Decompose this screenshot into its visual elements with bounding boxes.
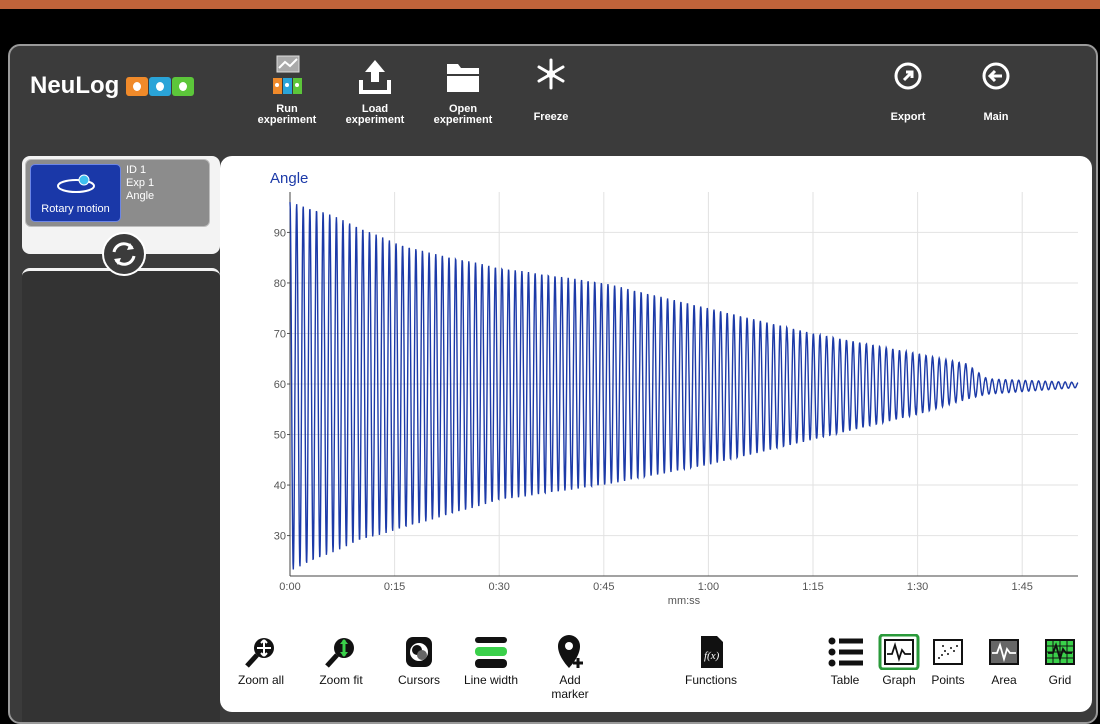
line-width-button[interactable]: Line width	[456, 634, 526, 687]
y-tick-label: 70	[274, 328, 286, 340]
graph-view-icon	[878, 634, 920, 670]
cursors-button[interactable]: Cursors	[392, 634, 446, 687]
marker-pin-icon	[558, 635, 583, 668]
sensor-id: ID 1	[126, 164, 147, 176]
swap-button[interactable]	[102, 232, 146, 276]
y-tick-label: 90	[274, 227, 286, 239]
x-tick-label: 1:15	[802, 581, 823, 593]
logo-text: NeuLog	[30, 72, 120, 99]
points-button[interactable]: Points	[926, 634, 970, 687]
upload-icon	[359, 60, 391, 94]
sensor-exp: Exp 1	[126, 177, 155, 189]
neulog-logo: NeuLog	[30, 72, 195, 100]
app-window: NeuLog Run experiment Load experiment Op…	[8, 44, 1098, 724]
zoom-all-label: Zoom all	[237, 673, 284, 687]
add-marker-label: Add marker	[551, 673, 589, 701]
x-tick-label: 1:45	[1012, 581, 1033, 593]
sensor-info: ID 1 Exp 1 Angle	[126, 164, 154, 203]
sensor-measure: Angle	[126, 190, 155, 202]
graph-label: Graph	[882, 673, 916, 687]
export-label: Export	[890, 111, 926, 123]
y-tick-label: 50	[274, 430, 286, 442]
zoom-fit-icon	[325, 638, 354, 668]
area-label: Area	[991, 673, 1017, 687]
points-view-icon	[933, 639, 963, 665]
points-label: Points	[931, 673, 965, 687]
logo-block-green	[172, 76, 195, 96]
x-tick-label: 0:15	[384, 581, 405, 593]
cursors-label: Cursors	[397, 673, 440, 687]
y-tick-label: 80	[274, 278, 286, 290]
functions-button[interactable]: f(x) Functions	[676, 634, 746, 687]
angle-series-line	[289, 202, 1079, 570]
x-axis-label: mm:ss	[668, 595, 701, 607]
x-tick-label: 1:30	[907, 581, 928, 593]
export-icon	[894, 62, 922, 90]
logo-block-blue	[149, 76, 172, 96]
grid-button[interactable]: Grid	[1038, 634, 1082, 687]
run-experiment-icon	[273, 55, 302, 94]
line-width-icon	[475, 637, 507, 668]
sensor-panel: Rotary motion ID 1 Exp 1 Angle	[22, 156, 220, 276]
sensor-module[interactable]: Rotary motion ID 1 Exp 1 Angle	[25, 159, 210, 227]
y-tick-label: 40	[274, 480, 286, 492]
x-tick-label: 1:00	[698, 581, 719, 593]
freeze-label: Freeze	[533, 111, 569, 123]
export-button[interactable]: Export	[868, 54, 948, 123]
open-experiment-button[interactable]: Open experiment	[423, 54, 503, 126]
area-button[interactable]: Area	[982, 634, 1026, 687]
zoom-fit-label: Zoom fit	[319, 673, 363, 687]
run-experiment-label: Run experiment	[257, 103, 317, 126]
main-label: Main	[983, 111, 1009, 123]
table-label: Table	[830, 673, 860, 687]
angle-chart[interactable]: 30 40 50 60 70 80 90 0:00 0:15 0:30 0:45 1:00 1:15 1:…	[220, 156, 1092, 626]
list-icon	[828, 637, 863, 667]
open-experiment-label: Open experiment	[433, 103, 493, 126]
swap-arrows-icon	[112, 242, 136, 266]
x-tick-label: 0:00	[279, 581, 300, 593]
cursors-icon	[406, 637, 432, 667]
graph-area: Angle 30 40 50 60 70 80 90 0:00 0:15 0:30 0:45 1:00…	[220, 156, 1092, 712]
svg-text:f(x): f(x)	[704, 650, 720, 662]
sensor-name: Rotary motion	[41, 203, 110, 215]
grid-view-icon	[1045, 639, 1075, 665]
grid-label: Grid	[1048, 673, 1072, 687]
snowflake-icon	[537, 58, 565, 90]
line-width-label: Line width	[463, 673, 519, 687]
function-file-icon: f(x)	[701, 636, 723, 668]
zoom-all-icon	[245, 638, 274, 668]
logo-block-orange	[126, 76, 149, 96]
sensor-list-area	[22, 268, 220, 722]
folder-icon	[447, 64, 479, 92]
load-experiment-label: Load experiment	[345, 103, 405, 126]
x-tick-label: 0:30	[488, 581, 509, 593]
back-arrow-icon	[982, 62, 1010, 90]
zoom-fit-button[interactable]: Zoom fit	[314, 634, 368, 687]
add-marker-button[interactable]: Add marker	[542, 634, 598, 701]
x-tick-label: 0:45	[593, 581, 614, 593]
table-button[interactable]: Table	[820, 634, 870, 687]
area-view-icon	[989, 639, 1019, 665]
functions-label: Functions	[684, 673, 738, 687]
load-experiment-button[interactable]: Load experiment	[335, 54, 415, 126]
rotary-motion-icon	[56, 174, 95, 193]
top-color-strip	[0, 0, 1100, 9]
graph-button[interactable]: Graph	[874, 634, 924, 687]
freeze-button[interactable]: Freeze	[511, 54, 591, 123]
y-tick-label: 30	[274, 531, 286, 543]
main-button[interactable]: Main	[956, 54, 1036, 123]
run-experiment-button[interactable]: Run experiment	[247, 54, 327, 126]
sensor-button[interactable]: Rotary motion	[30, 164, 121, 222]
zoom-all-button[interactable]: Zoom all	[234, 634, 288, 687]
y-tick-label: 60	[274, 379, 286, 391]
